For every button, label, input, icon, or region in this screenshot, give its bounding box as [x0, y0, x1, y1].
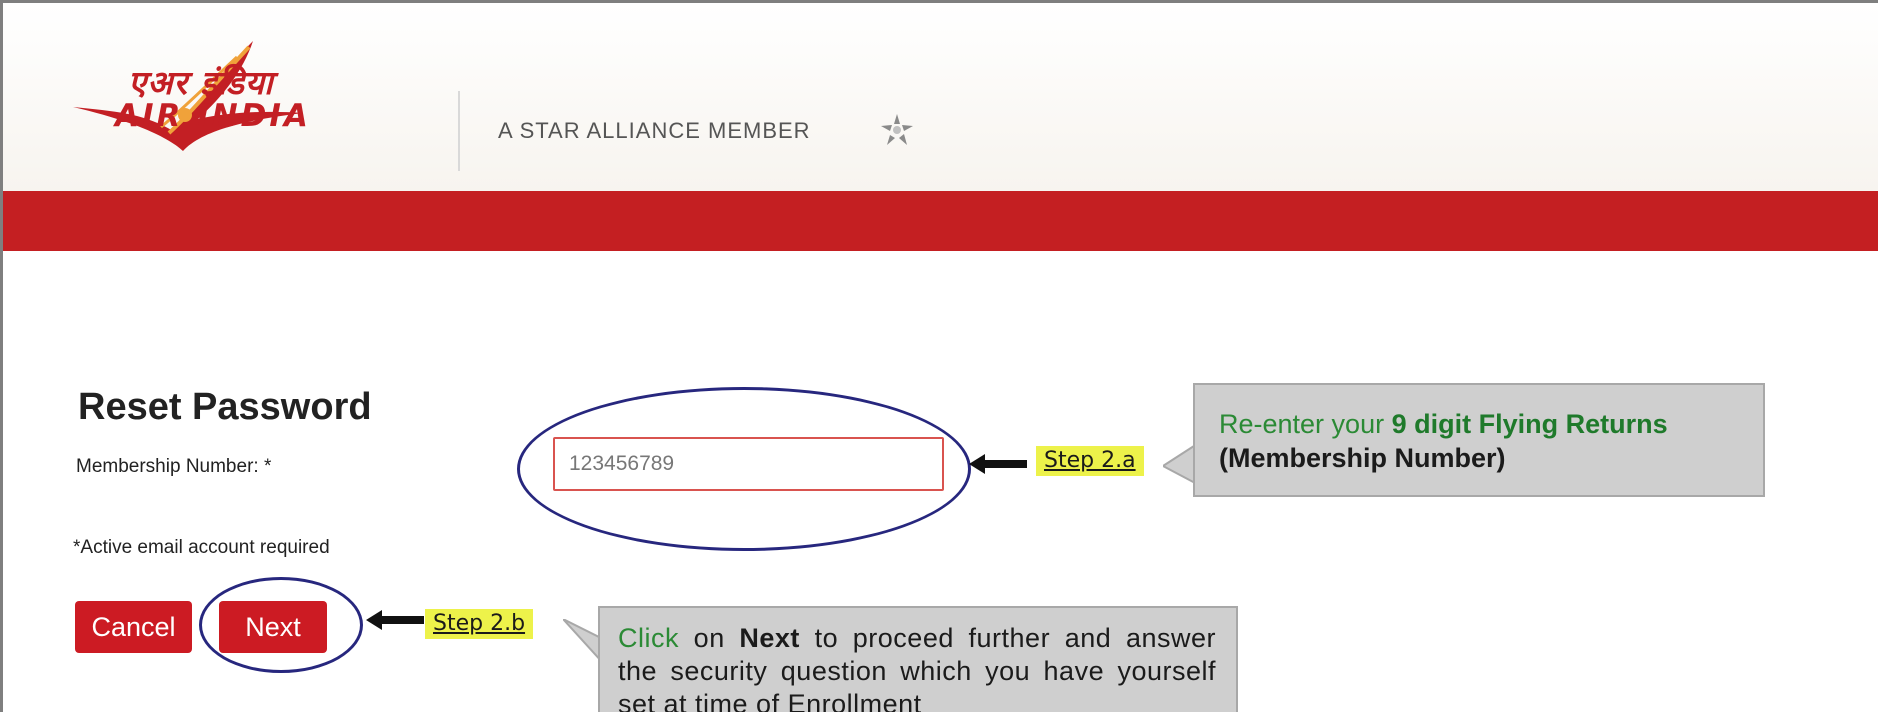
step-2a-label: Step 2.a — [1036, 446, 1144, 476]
next-instruction-callout: Click on Next to proceed further and ans… — [598, 606, 1238, 712]
header-divider — [458, 91, 460, 171]
arrow-left-icon — [969, 454, 1027, 474]
membership-number-label: Membership Number: * — [76, 456, 272, 477]
site-header: एअर इंडिया AIR INDIA A STAR ALLIANCE MEM… — [3, 3, 1878, 191]
star-alliance-icon — [881, 114, 913, 145]
callout-a-line2: (Membership Number) — [1219, 443, 1506, 473]
browser-page: एअर इंडिया AIR INDIA A STAR ALLIANCE MEM… — [0, 0, 1878, 712]
input-highlight-ellipse — [517, 387, 971, 551]
step-2b-label: Step 2.b — [425, 609, 534, 639]
arrow-left-icon — [366, 610, 424, 630]
next-highlight-ellipse — [199, 577, 363, 673]
logo-english-text: AIR INDIA — [115, 98, 311, 134]
star-alliance-text: A STAR ALLIANCE MEMBER — [498, 118, 811, 143]
callout-a-line1: Re-enter your 9 digit Flying Returns — [1219, 409, 1668, 439]
membership-instruction-callout: Re-enter your 9 digit Flying Returns (Me… — [1193, 383, 1765, 497]
email-requirement-note: *Active email account required — [73, 537, 330, 558]
navigation-bar — [3, 191, 1878, 251]
cancel-button[interactable]: Cancel — [75, 601, 192, 653]
callout-pointer — [563, 619, 603, 663]
callout-b-text: Click on Next to proceed further and ans… — [618, 623, 1216, 712]
page-title: Reset Password — [78, 386, 372, 428]
callout-pointer — [1163, 444, 1197, 484]
